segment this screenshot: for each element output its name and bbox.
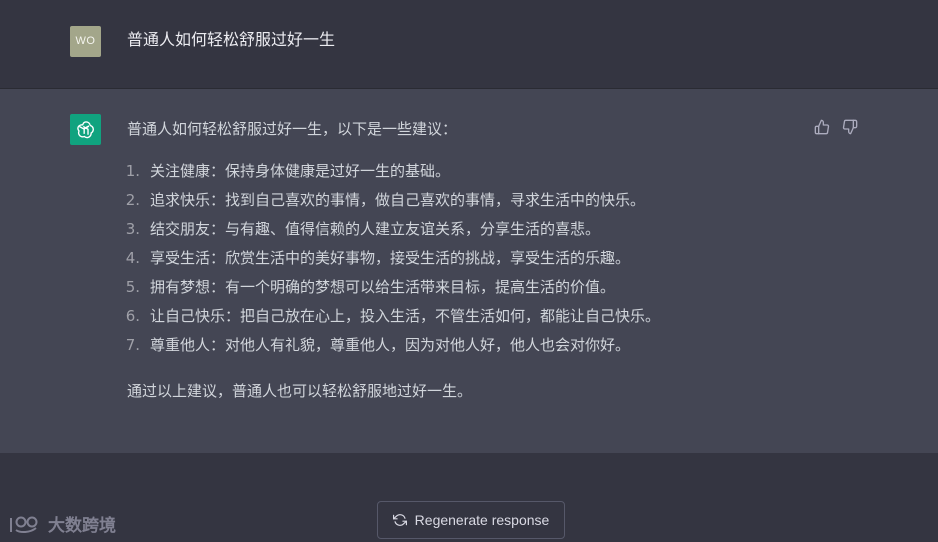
list-item: 1. 关注健康：保持身体健康是过好一生的基础。 — [126, 160, 807, 189]
assistant-avatar — [70, 114, 101, 145]
bottom-area: 大数跨境 Regenerate response — [0, 453, 938, 542]
list-item: 2. 追求快乐：找到自己喜欢的事情，做自己喜欢的事情，寻求生活中的快乐。 — [126, 189, 807, 218]
list-text: 拥有梦想：有一个明确的梦想可以给生活带来目标，提高生活的价值。 — [150, 278, 616, 296]
watermark-logo-icon — [10, 516, 38, 533]
assistant-intro: 普通人如何轻松舒服过好一生，以下是一些建议： — [127, 120, 458, 138]
list-text: 享受生活：欣赏生活中的美好事物，接受生活的挑战，享受生活的乐趣。 — [150, 249, 631, 267]
list-number: 4. — [125, 249, 140, 267]
list-item: 3. 结交朋友：与有趣、值得信赖的人建立友谊关系，分享生活的喜悲。 — [126, 218, 807, 247]
list-text: 追求快乐：找到自己喜欢的事情，做自己喜欢的事情，寻求生活中的快乐。 — [150, 191, 646, 209]
list-number: 7. — [125, 336, 140, 354]
list-number: 5. — [125, 278, 140, 296]
suggestion-list: 1. 关注健康：保持身体健康是过好一生的基础。 2. 追求快乐：找到自己喜欢的事情，… — [126, 160, 807, 363]
assistant-outro: 通过以上建议，普通人也可以轻松舒服地过好一生。 — [127, 382, 473, 400]
assistant-message-content: 普通人如何轻松舒服过好一生，以下是一些建议： 1. 关注健康：保持身体健康是过好一… — [126, 118, 807, 402]
list-number: 2. — [125, 191, 140, 209]
watermark-text: 大数跨境 — [48, 516, 116, 536]
list-item: 4. 享受生活：欣赏生活中的美好事物，接受生活的挑战，享受生活的乐趣。 — [126, 247, 807, 276]
list-item: 5. 拥有梦想：有一个明确的梦想可以给生活带来目标，提高生活的价值。 — [126, 276, 807, 305]
thumbs-down-button[interactable] — [840, 117, 860, 137]
chat-page: WO 普通人如何轻松舒服过好一生 普通人如何轻松舒服过好一生，以下是一些建议： … — [0, 0, 938, 542]
thumbs-up-icon — [814, 119, 830, 135]
user-avatar: WO — [70, 26, 101, 57]
assistant-message-row: 普通人如何轻松舒服过好一生，以下是一些建议： 1. 关注健康：保持身体健康是过好一… — [0, 89, 938, 453]
regenerate-label: Regenerate response — [414, 512, 550, 528]
user-message-text: 普通人如何轻松舒服过好一生 — [127, 30, 336, 49]
thumbs-up-button[interactable] — [812, 117, 832, 137]
list-text: 关注健康：保持身体健康是过好一生的基础。 — [150, 162, 451, 180]
list-number: 1. — [125, 162, 140, 180]
list-item: 7. 尊重他人：对他人有礼貌，尊重他人，因为对他人好，他人也会对你好。 — [126, 334, 807, 363]
list-text: 尊重他人：对他人有礼貌，尊重他人，因为对他人好，他人也会对你好。 — [150, 336, 631, 354]
list-text: 让自己快乐：把自己放在心上，投入生活，不管生活如何，都能让自己快乐。 — [150, 307, 661, 325]
feedback-buttons — [812, 117, 860, 137]
list-text: 结交朋友：与有趣、值得信赖的人建立友谊关系，分享生活的喜悲。 — [150, 220, 601, 238]
list-item: 6. 让自己快乐：把自己放在心上，投入生活，不管生活如何，都能让自己快乐。 — [126, 305, 807, 334]
thumbs-down-icon — [842, 119, 858, 135]
list-number: 3. — [125, 220, 140, 238]
watermark: 大数跨境 — [8, 511, 116, 536]
openai-logo-icon — [76, 120, 94, 138]
regenerate-response-button[interactable]: Regenerate response — [377, 501, 565, 539]
user-message-row: WO 普通人如何轻松舒服过好一生 — [0, 0, 938, 89]
refresh-icon — [392, 514, 407, 526]
list-number: 6. — [125, 307, 140, 325]
